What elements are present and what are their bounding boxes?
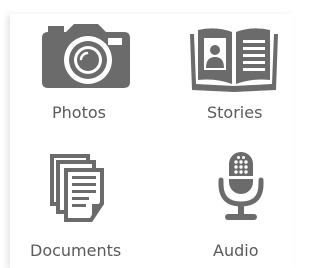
menu-item-label: Photos (52, 103, 106, 122)
microphone-icon (217, 150, 265, 224)
documents-icon (48, 152, 108, 224)
menu-item-label: Documents (30, 241, 122, 260)
menu-item-audio[interactable]: Audio (175, 140, 293, 268)
open-book-icon (188, 24, 280, 94)
camera-icon (40, 22, 132, 90)
menu-item-label: Audio (213, 241, 259, 260)
menu-item-photos[interactable]: Photos (0, 0, 140, 130)
menu-item-stories[interactable]: Stories (160, 0, 293, 130)
menu-item-label: Stories (207, 103, 263, 122)
menu-item-documents[interactable]: Documents (0, 140, 150, 268)
